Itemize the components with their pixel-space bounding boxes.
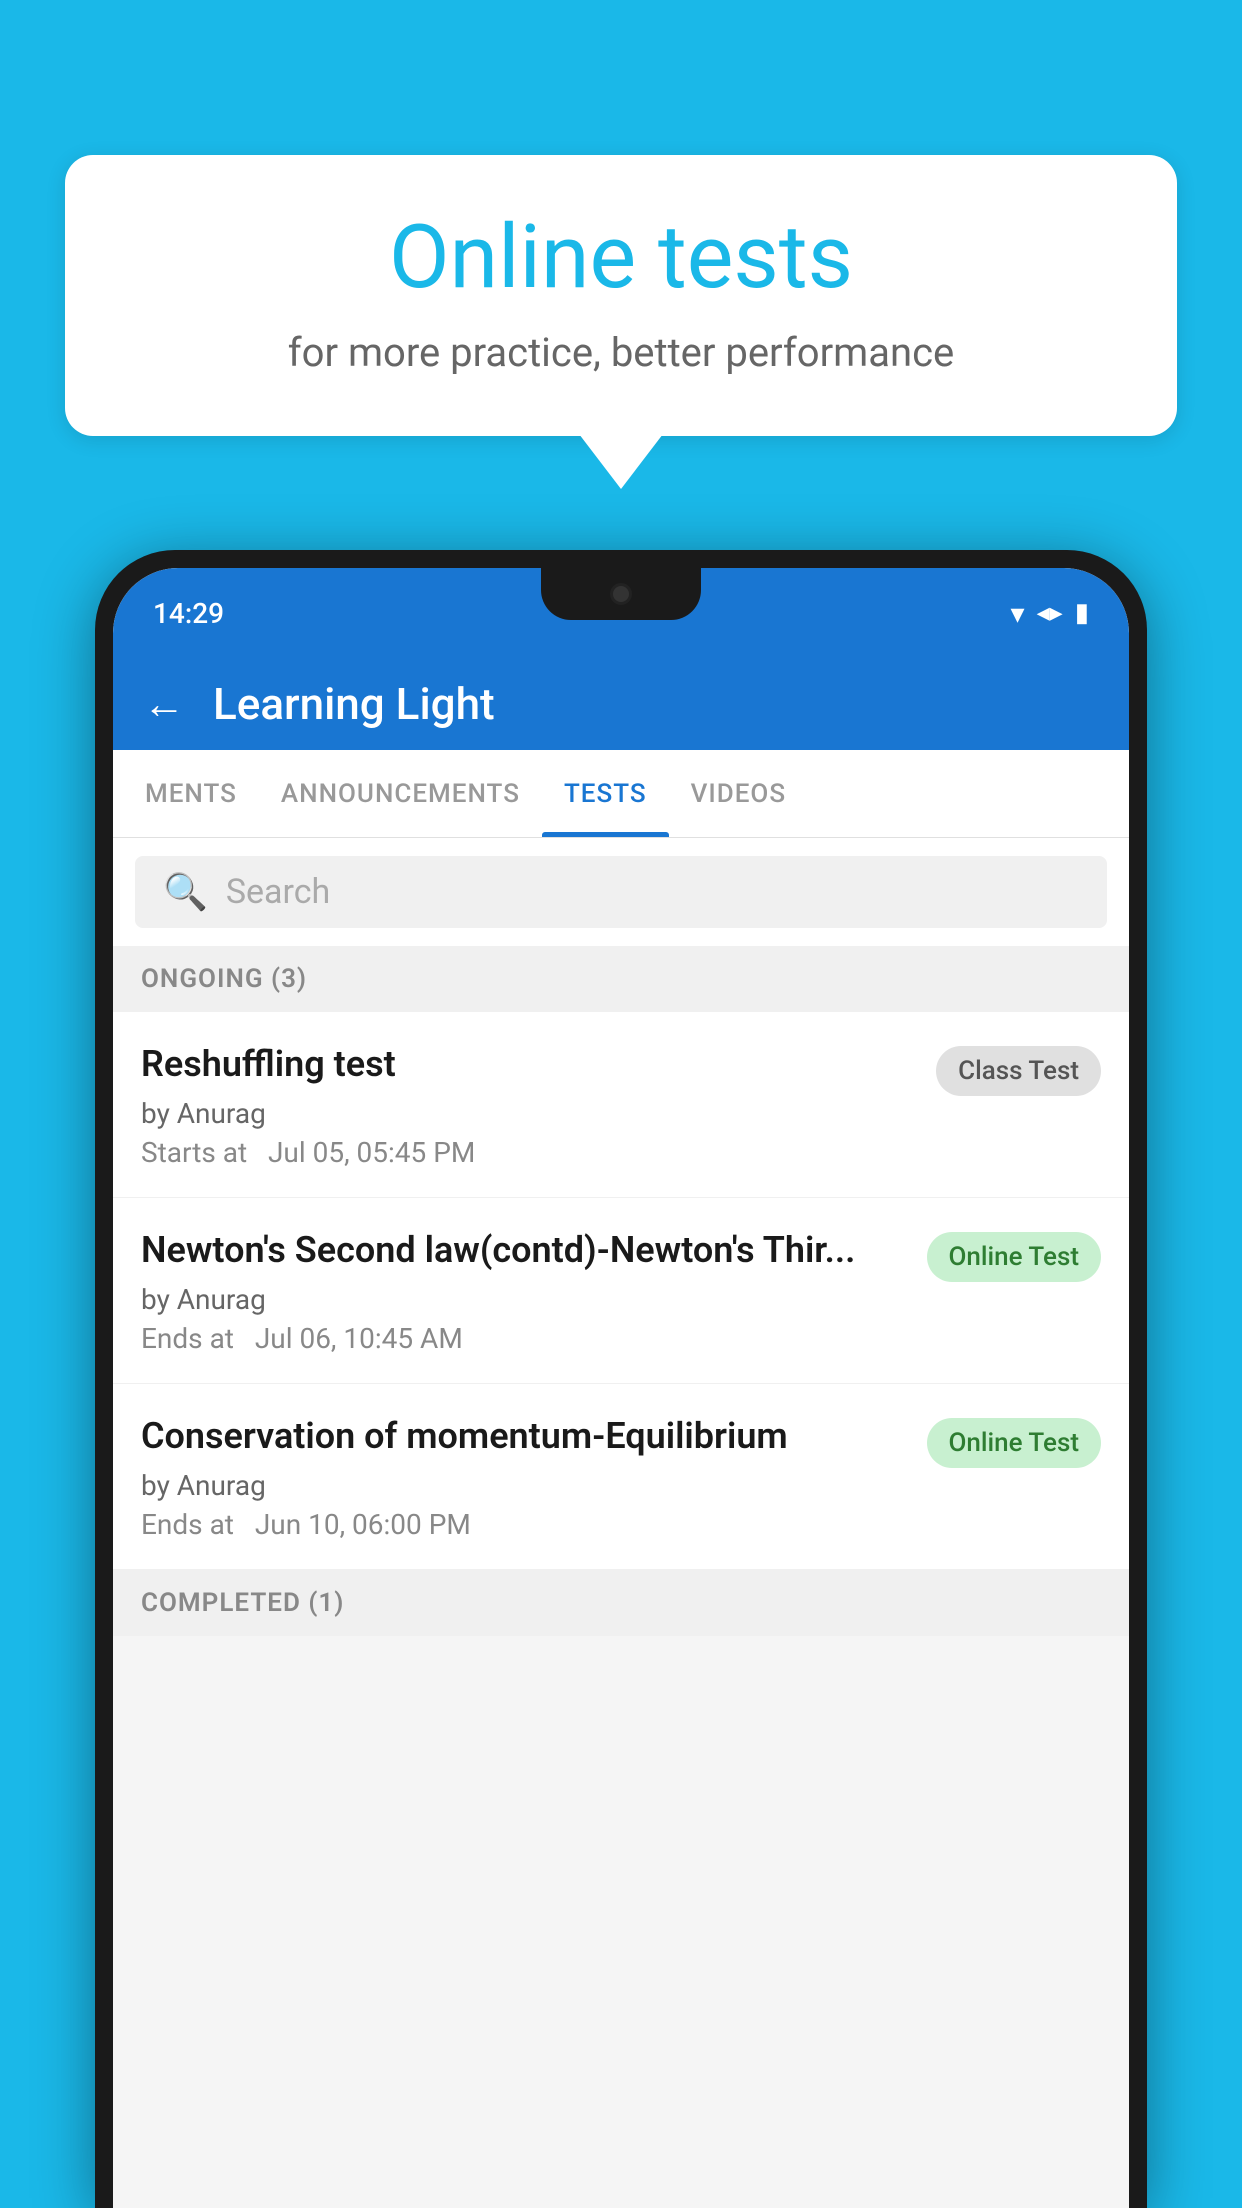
search-placeholder: Search (226, 872, 330, 912)
speech-bubble: Online tests for more practice, better p… (65, 155, 1177, 436)
test-badge-1: Class Test (936, 1046, 1101, 1096)
speech-bubble-arrow (579, 434, 663, 489)
test-item-1[interactable]: Reshuffling test by Anurag Starts at Jul… (113, 1012, 1129, 1198)
tab-videos[interactable]: VIDEOS (669, 750, 808, 837)
app-header: ← Learning Light (113, 658, 1129, 750)
test-list: Reshuffling test by Anurag Starts at Jul… (113, 1012, 1129, 1570)
test-info-2: Newton's Second law(contd)-Newton's Thir… (141, 1228, 907, 1355)
test-badge-2: Online Test (927, 1232, 1102, 1282)
tab-announcements[interactable]: ANNOUNCEMENTS (259, 750, 542, 837)
test-name-2: Newton's Second law(contd)-Newton's Thir… (141, 1228, 907, 1273)
test-author-1: by Anurag (141, 1097, 916, 1130)
tab-tests[interactable]: TESTS (542, 750, 669, 837)
tab-ments[interactable]: MENTS (123, 750, 259, 837)
search-icon: 🔍 (163, 871, 208, 913)
ongoing-section-header: ONGOING (3) (113, 946, 1129, 1012)
test-info-1: Reshuffling test by Anurag Starts at Jul… (141, 1042, 916, 1169)
test-author-2: by Anurag (141, 1283, 907, 1316)
completed-section-header: COMPLETED (1) (113, 1570, 1129, 1636)
test-time-3: Ends at Jun 10, 06:00 PM (141, 1508, 907, 1541)
search-bar[interactable]: 🔍 Search (135, 856, 1107, 928)
back-button[interactable]: ← (143, 680, 185, 729)
status-time: 14:29 (153, 597, 224, 630)
test-badge-3: Online Test (927, 1418, 1102, 1468)
test-time-1: Starts at Jul 05, 05:45 PM (141, 1136, 916, 1169)
test-info-3: Conservation of momentum-Equilibrium by … (141, 1414, 907, 1541)
test-name-3: Conservation of momentum-Equilibrium (141, 1414, 907, 1459)
speech-bubble-section: Online tests for more practice, better p… (65, 155, 1177, 489)
signal-icon: ◂▸ (1037, 598, 1063, 628)
wifi-icon: ▾ (1011, 597, 1025, 630)
test-item-2[interactable]: Newton's Second law(contd)-Newton's Thir… (113, 1198, 1129, 1384)
speech-bubble-title: Online tests (125, 210, 1117, 307)
speech-bubble-subtitle: for more practice, better performance (125, 329, 1117, 376)
battery-icon: ▮ (1075, 598, 1089, 628)
app-title: Learning Light (213, 678, 495, 730)
phone-notch (541, 568, 701, 620)
test-item-3[interactable]: Conservation of momentum-Equilibrium by … (113, 1384, 1129, 1570)
phone-frame: 14:29 ▾ ◂▸ ▮ ← Learning Light MENTS ANNO… (95, 550, 1147, 2208)
test-time-2: Ends at Jul 06, 10:45 AM (141, 1322, 907, 1355)
tabs-bar: MENTS ANNOUNCEMENTS TESTS VIDEOS (113, 750, 1129, 838)
test-author-3: by Anurag (141, 1469, 907, 1502)
phone-inner: 14:29 ▾ ◂▸ ▮ ← Learning Light MENTS ANNO… (113, 568, 1129, 2208)
phone-camera (610, 583, 632, 605)
test-name-1: Reshuffling test (141, 1042, 916, 1087)
status-icons: ▾ ◂▸ ▮ (1011, 597, 1089, 630)
status-bar: 14:29 ▾ ◂▸ ▮ (113, 568, 1129, 658)
search-bar-container: 🔍 Search (113, 838, 1129, 946)
